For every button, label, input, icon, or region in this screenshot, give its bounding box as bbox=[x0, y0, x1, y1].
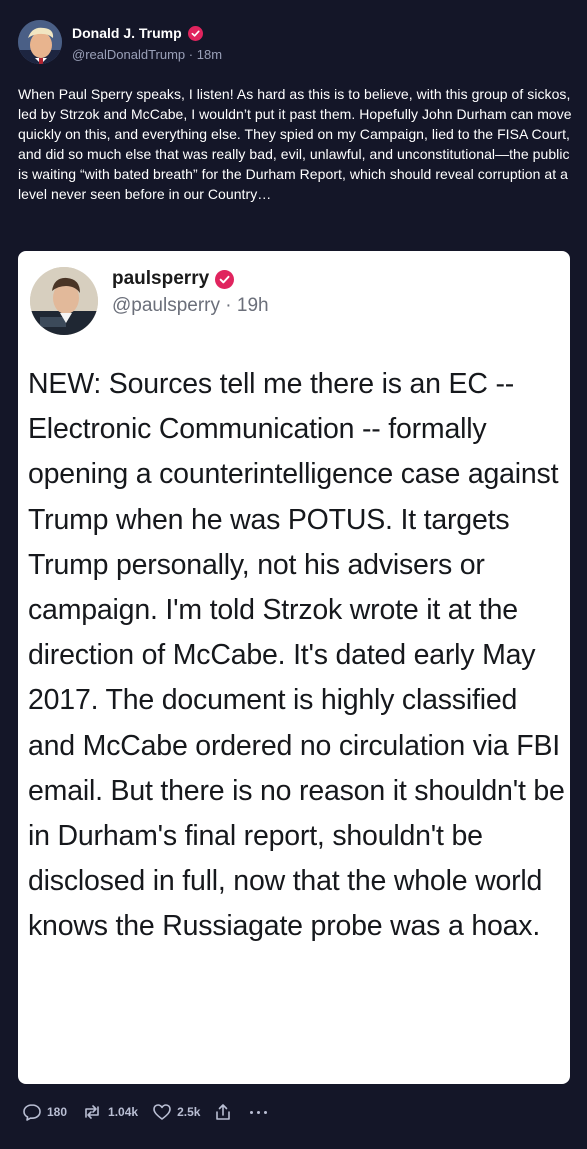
share-icon bbox=[214, 1103, 232, 1121]
author-block: Donald J. Trump @realDonaldTrump · 18m bbox=[72, 24, 222, 62]
like-count: 2.5k bbox=[177, 1105, 201, 1119]
like-button[interactable]: 2.5k bbox=[152, 1103, 200, 1121]
more-button[interactable] bbox=[250, 1110, 268, 1114]
retruth-count: 1.04k bbox=[108, 1105, 139, 1119]
quoted-author-name[interactable]: paulsperry bbox=[112, 268, 209, 290]
heart-icon bbox=[152, 1103, 172, 1121]
author-meta: @realDonaldTrump · 18m bbox=[72, 47, 222, 62]
reply-count: 180 bbox=[47, 1105, 68, 1119]
retruth-button[interactable]: 1.04k bbox=[81, 1103, 138, 1121]
quoted-post-card[interactable]: paulsperry @paulsperry · 19h NEW: Source… bbox=[18, 251, 570, 1084]
reply-button[interactable]: 180 bbox=[22, 1103, 67, 1121]
more-icon-dot bbox=[257, 1110, 261, 1114]
post-text: When Paul Sperry speaks, I listen! As ha… bbox=[18, 86, 572, 202]
verified-badge-icon bbox=[187, 25, 203, 41]
more-icon-dot bbox=[264, 1110, 268, 1114]
post-time[interactable]: 18m bbox=[197, 47, 222, 62]
quoted-post-text: NEW: Sources tell me there is an EC -- E… bbox=[28, 368, 565, 943]
author-name[interactable]: Donald J. Trump bbox=[72, 25, 182, 41]
action-bar: 180 1.04k 2.5k bbox=[22, 1101, 268, 1123]
quoted-post-time[interactable]: 19h bbox=[237, 295, 269, 316]
retruth-icon bbox=[81, 1103, 103, 1121]
meta-separator: · bbox=[225, 295, 232, 316]
meta-separator: · bbox=[188, 47, 194, 62]
quoted-author-block: paulsperry @paulsperry · 19h bbox=[112, 267, 269, 317]
quoted-author-handle[interactable]: @paulsperry bbox=[112, 295, 220, 316]
post: Donald J. Trump @realDonaldTrump · 18m W… bbox=[0, 0, 587, 1149]
more-icon bbox=[250, 1110, 254, 1114]
verified-badge-icon bbox=[215, 269, 235, 289]
author-avatar[interactable] bbox=[18, 20, 62, 64]
share-button[interactable] bbox=[214, 1103, 232, 1121]
author-handle[interactable]: @realDonaldTrump bbox=[72, 47, 185, 62]
quoted-author-meta: @paulsperry · 19h bbox=[112, 295, 269, 317]
quoted-author-avatar[interactable] bbox=[30, 267, 98, 335]
reply-icon bbox=[22, 1103, 42, 1121]
